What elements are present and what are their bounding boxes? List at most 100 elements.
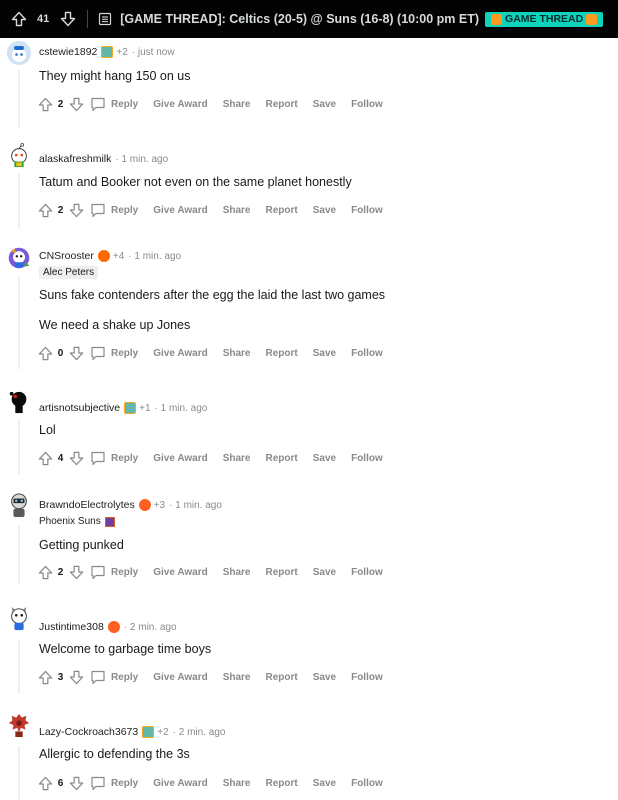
username[interactable]: Justintime308 — [39, 621, 104, 633]
share-button[interactable]: Share — [223, 99, 251, 110]
downvote-icon[interactable] — [68, 450, 84, 466]
report-button[interactable]: Report — [266, 99, 298, 110]
report-button[interactable]: Report — [266, 348, 298, 359]
save-button[interactable]: Save — [313, 778, 336, 789]
timestamp[interactable]: · just now — [132, 47, 175, 58]
follow-button[interactable]: Follow — [351, 672, 383, 683]
avatar[interactable] — [7, 246, 31, 270]
thread-line[interactable] — [18, 174, 20, 229]
reply-button[interactable]: Reply — [90, 203, 153, 218]
upvote-icon[interactable] — [10, 10, 28, 28]
report-button[interactable]: Report — [266, 672, 298, 683]
post-vote: 41 — [10, 10, 77, 28]
comment-bubble-icon — [91, 565, 105, 579]
vote-count: 4 — [57, 452, 64, 464]
give-award-button[interactable]: Give Award — [153, 567, 207, 578]
comment-actions: 0 Reply Give Award Share Report Save Fol… — [37, 343, 398, 363]
thread-line[interactable] — [18, 419, 20, 474]
follow-button[interactable]: Follow — [351, 567, 383, 578]
reply-button[interactable]: Reply — [90, 670, 153, 685]
save-button[interactable]: Save — [313, 348, 336, 359]
avatar[interactable] — [7, 390, 31, 414]
save-button[interactable]: Save — [313, 567, 336, 578]
give-award-button[interactable]: Give Award — [153, 453, 207, 464]
thread-line[interactable] — [18, 526, 20, 584]
timestamp[interactable]: · 2 min. ago — [124, 622, 177, 633]
timestamp[interactable]: · 1 min. ago — [115, 154, 168, 165]
report-button[interactable]: Report — [266, 453, 298, 464]
save-button[interactable]: Save — [313, 672, 336, 683]
share-button[interactable]: Share — [223, 567, 251, 578]
give-award-button[interactable]: Give Award — [153, 348, 207, 359]
comment-actions: 2 Reply Give Award Share Report Save Fol… — [37, 94, 398, 114]
avatar[interactable] — [7, 493, 31, 517]
avatar[interactable] — [7, 713, 31, 737]
upvote-icon[interactable] — [37, 202, 53, 218]
upvote-icon[interactable] — [37, 96, 53, 112]
reply-button[interactable]: Reply — [90, 451, 153, 466]
timestamp[interactable]: · 2 min. ago — [173, 727, 226, 738]
give-award-button[interactable]: Give Award — [153, 99, 207, 110]
downvote-icon[interactable] — [68, 669, 84, 685]
give-award-button[interactable]: Give Award — [153, 778, 207, 789]
give-award-button[interactable]: Give Award — [153, 672, 207, 683]
reply-button[interactable]: Reply — [90, 97, 153, 112]
avatar[interactable] — [7, 143, 31, 168]
reply-button[interactable]: Reply — [90, 346, 153, 361]
share-button[interactable]: Share — [223, 778, 251, 789]
username[interactable]: cstewie1892 — [39, 46, 97, 58]
thread-line[interactable] — [18, 640, 20, 694]
comment: artisnotsubjective +1 · 1 min. ago Lol 4… — [0, 385, 618, 480]
post-title[interactable]: [GAME THREAD]: Celtics (20-5) @ Suns (16… — [120, 12, 479, 26]
upvote-icon[interactable] — [37, 345, 53, 361]
report-button[interactable]: Report — [266, 567, 298, 578]
save-button[interactable]: Save — [313, 99, 336, 110]
flair-emoji-icon — [491, 13, 503, 25]
username[interactable]: CNSrooster — [39, 250, 94, 262]
upvote-icon[interactable] — [37, 669, 53, 685]
upvote-icon[interactable] — [37, 775, 53, 791]
share-button[interactable]: Share — [223, 453, 251, 464]
timestamp[interactable]: · 1 min. ago — [169, 500, 222, 511]
report-button[interactable]: Report — [266, 205, 298, 216]
comment-meta: cstewie1892 +2 · just now — [39, 46, 175, 58]
upvote-icon[interactable] — [37, 450, 53, 466]
timestamp[interactable]: · 1 min. ago — [128, 251, 181, 262]
report-button[interactable]: Report — [266, 778, 298, 789]
upvote-icon[interactable] — [37, 564, 53, 580]
share-button[interactable]: Share — [223, 205, 251, 216]
downvote-icon[interactable] — [68, 202, 84, 218]
reply-button[interactable]: Reply — [90, 776, 153, 791]
follow-button[interactable]: Follow — [351, 778, 383, 789]
downvote-icon[interactable] — [68, 345, 84, 361]
reply-button[interactable]: Reply — [90, 565, 153, 580]
follow-button[interactable]: Follow — [351, 453, 383, 464]
timestamp[interactable]: · 1 min. ago — [155, 403, 208, 414]
username[interactable]: Lazy-Cockroach3673 — [39, 726, 138, 738]
give-award-button[interactable]: Give Award — [153, 205, 207, 216]
user-flair-label: Alec Peters — [43, 267, 95, 278]
downvote-icon[interactable] — [68, 775, 84, 791]
username[interactable]: artisnotsubjective — [39, 402, 120, 414]
follow-button[interactable]: Follow — [351, 99, 383, 110]
username[interactable]: BrawndoElectrolytes — [39, 499, 135, 511]
thread-line[interactable] — [18, 277, 20, 369]
downvote-icon[interactable] — [68, 96, 84, 112]
avatar[interactable] — [7, 607, 31, 631]
share-button[interactable]: Share — [223, 672, 251, 683]
award-count: +2 — [116, 46, 128, 58]
follow-button[interactable]: Follow — [351, 348, 383, 359]
follow-button[interactable]: Follow — [351, 205, 383, 216]
save-button[interactable]: Save — [313, 205, 336, 216]
thread-line[interactable] — [18, 746, 20, 800]
share-button[interactable]: Share — [223, 348, 251, 359]
vote-count: 6 — [57, 777, 64, 789]
thread-line[interactable] — [18, 70, 20, 128]
downvote-icon[interactable] — [68, 564, 84, 580]
award-icon — [142, 726, 155, 738]
username[interactable]: alaskafreshmilk — [39, 153, 111, 165]
avatar[interactable] — [7, 41, 31, 65]
comment: BrawndoElectrolytes +3 · 1 min. ago Phoe… — [0, 490, 618, 590]
save-button[interactable]: Save — [313, 453, 336, 464]
downvote-icon[interactable] — [59, 10, 77, 28]
